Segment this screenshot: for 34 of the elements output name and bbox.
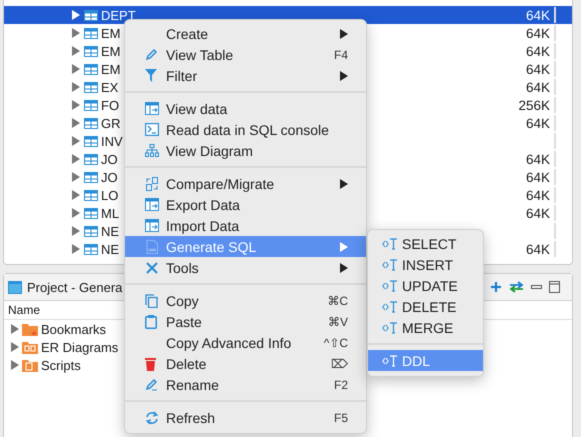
table-size: 64K (526, 152, 550, 166)
table-size: 64K (526, 242, 550, 256)
table-size: 256K (518, 98, 550, 112)
panel-title: Project - Genera (27, 280, 122, 294)
shortcut-label: F4 (334, 48, 348, 62)
table-name: NE (101, 224, 120, 238)
shortcut-label: ⌘V (328, 314, 348, 328)
table-name: DEPT (101, 8, 136, 22)
shortcut-label: F5 (334, 410, 348, 424)
table-size: 64K (526, 170, 550, 184)
table-name: NE (101, 242, 120, 256)
table-name: GR (101, 116, 120, 130)
table-name: JO (101, 152, 118, 166)
table-size: 64K (526, 8, 550, 22)
table-size: 64K (526, 80, 550, 94)
table-name: EX (101, 80, 118, 94)
shortcut-label: ⌘C (327, 294, 348, 308)
shortcut-label: F2 (334, 378, 348, 392)
table-size: 64K (526, 62, 550, 76)
shortcut-label: ^⇧C (324, 336, 348, 350)
table-name: INV (101, 134, 123, 148)
table-size: 64K (526, 206, 550, 220)
table-name: LO (101, 188, 118, 202)
table-name: EM (101, 44, 120, 58)
table-name: JO (101, 170, 118, 184)
table-name: EM (101, 26, 120, 40)
table-size: 64K (526, 188, 550, 202)
table-name: ML (101, 206, 120, 220)
table-name: FO (101, 98, 120, 112)
table-name: EM (101, 62, 120, 76)
shortcut-label: ⌦ (331, 356, 348, 370)
table-size: 64K (526, 26, 550, 40)
table-size: 64K (526, 116, 550, 130)
table-size: 64K (526, 44, 550, 58)
